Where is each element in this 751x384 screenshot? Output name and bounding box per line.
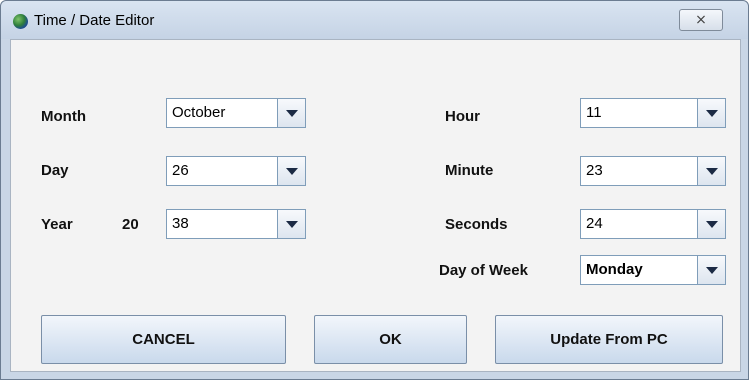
seconds-select[interactable]: 24 — [580, 209, 726, 239]
ok-button[interactable]: OK — [314, 315, 467, 364]
chevron-down-icon[interactable] — [697, 99, 725, 127]
update-from-pc-button[interactable]: Update From PC — [495, 315, 723, 364]
month-value: October — [172, 104, 226, 121]
day-of-week-value: Monday — [586, 261, 643, 278]
chevron-down-icon[interactable] — [697, 210, 725, 238]
close-button[interactable]: ⨯ — [679, 9, 723, 31]
chevron-down-icon[interactable] — [277, 99, 305, 127]
hour-label: Hour — [445, 108, 480, 125]
chevron-down-icon[interactable] — [277, 157, 305, 185]
hour-select[interactable]: 11 — [580, 98, 726, 128]
year-label: Year — [41, 216, 73, 233]
close-icon: ⨯ — [695, 11, 707, 27]
hour-value: 11 — [586, 104, 602, 121]
minute-label: Minute — [445, 162, 494, 179]
minute-value: 23 — [586, 162, 603, 179]
chevron-down-icon[interactable] — [697, 157, 725, 185]
minute-select[interactable]: 23 — [580, 156, 726, 186]
cancel-button[interactable]: CANCEL — [41, 315, 286, 364]
time-date-editor-window: Time / Date Editor ⨯ Month October Day 2… — [0, 0, 749, 380]
seconds-label: Seconds — [445, 216, 508, 233]
day-of-week-label: Day of Week — [439, 262, 528, 279]
title-bar: Time / Date Editor ⨯ — [1, 1, 748, 39]
window-title: Time / Date Editor — [34, 12, 155, 29]
editor-panel: Month October Day 26 Year 20 38 Hour 11 … — [10, 39, 741, 372]
day-of-week-select[interactable]: Monday — [580, 255, 726, 285]
year-century-prefix: 20 — [122, 216, 139, 233]
month-label: Month — [41, 108, 86, 125]
day-value: 26 — [172, 162, 189, 179]
month-select[interactable]: October — [166, 98, 306, 128]
globe-icon — [13, 14, 28, 29]
seconds-value: 24 — [586, 215, 603, 232]
year-value: 38 — [172, 215, 189, 232]
chevron-down-icon[interactable] — [697, 256, 725, 284]
day-select[interactable]: 26 — [166, 156, 306, 186]
year-select[interactable]: 38 — [166, 209, 306, 239]
chevron-down-icon[interactable] — [277, 210, 305, 238]
day-label: Day — [41, 162, 69, 179]
